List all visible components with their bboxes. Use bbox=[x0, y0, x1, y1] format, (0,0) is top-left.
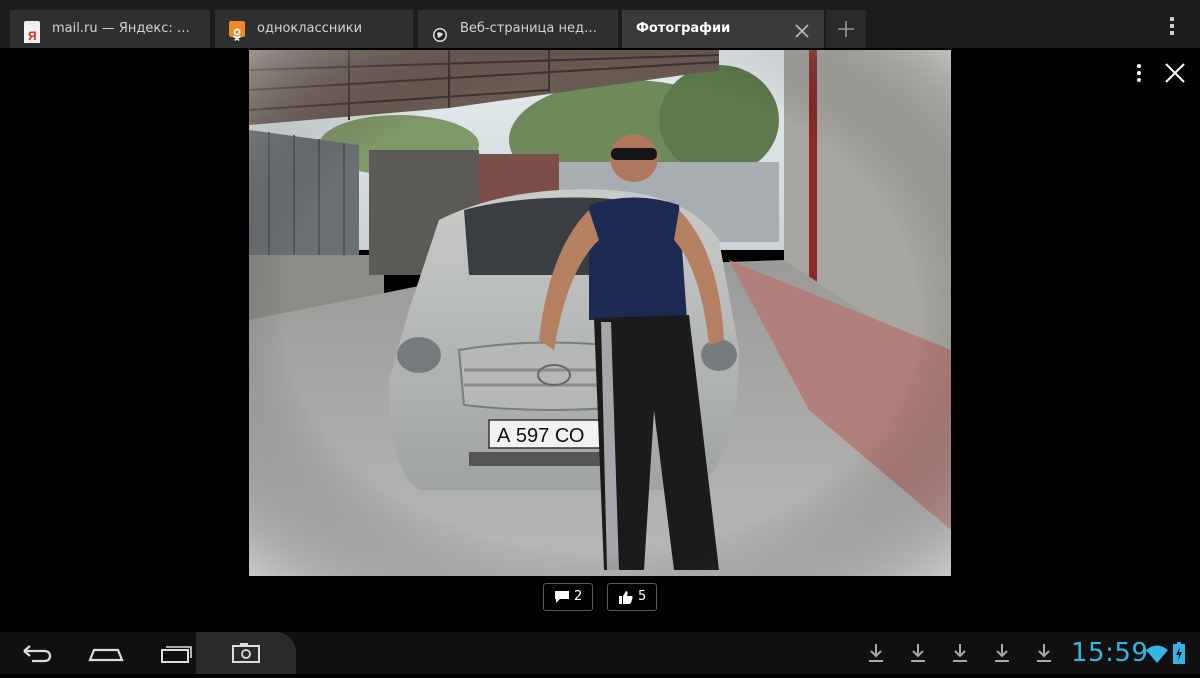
tab-title: mail.ru — Яндекс: нашл… bbox=[52, 21, 210, 36]
globe-icon bbox=[432, 21, 448, 42]
tab-title: одноклассники bbox=[257, 21, 363, 36]
back-icon[interactable] bbox=[14, 638, 58, 668]
download-notification-icon[interactable] bbox=[1035, 642, 1053, 664]
likes-button[interactable]: 5 bbox=[607, 583, 657, 611]
recent-apps-icon[interactable] bbox=[154, 638, 198, 668]
download-notification-icon[interactable] bbox=[867, 642, 885, 664]
status-clock[interactable]: 15:59 bbox=[1071, 638, 1148, 668]
tab-title: Веб-страница недоступ… bbox=[460, 21, 618, 36]
wifi-icon bbox=[1145, 644, 1169, 664]
system-navigation-bar: 15:59 bbox=[0, 632, 1200, 674]
comment-icon bbox=[555, 591, 569, 603]
close-tab-icon[interactable] bbox=[792, 19, 812, 39]
thumbs-up-icon bbox=[619, 591, 633, 604]
photo-viewer: А 597 СО 2 5 bbox=[0, 48, 1200, 632]
camera-icon bbox=[232, 643, 260, 663]
screenshot-button[interactable] bbox=[196, 632, 296, 674]
download-notification-icon[interactable] bbox=[951, 642, 969, 664]
comments-count: 2 bbox=[574, 589, 583, 604]
tab-web-page-unavailable[interactable]: Веб-страница недоступ… bbox=[418, 10, 618, 48]
close-viewer-icon[interactable] bbox=[1162, 60, 1188, 86]
svg-text:Я: Я bbox=[28, 29, 37, 43]
tab-mail-ru[interactable]: Я mail.ru — Яндекс: нашл… bbox=[10, 10, 210, 48]
likes-count: 5 bbox=[638, 589, 647, 604]
new-tab-button[interactable] bbox=[826, 10, 866, 48]
comments-button[interactable]: 2 bbox=[543, 583, 593, 611]
photo-menu-icon[interactable] bbox=[1128, 62, 1150, 84]
battery-charging-icon bbox=[1173, 642, 1185, 664]
download-notification-icon[interactable] bbox=[909, 642, 927, 664]
tab-odnoklassniki[interactable]: одноклассники bbox=[215, 10, 413, 48]
odnoklassniki-icon bbox=[229, 21, 245, 41]
tab-photos[interactable]: Фотографии bbox=[622, 10, 824, 48]
photo-image[interactable]: А 597 СО bbox=[249, 50, 951, 576]
yandex-icon: Я bbox=[24, 21, 40, 43]
browser-tab-bar: Я mail.ru — Яндекс: нашл… одноклассники … bbox=[0, 0, 1200, 48]
download-notification-icon[interactable] bbox=[993, 642, 1011, 664]
home-icon[interactable] bbox=[84, 638, 128, 668]
browser-menu-icon[interactable] bbox=[1160, 14, 1184, 38]
